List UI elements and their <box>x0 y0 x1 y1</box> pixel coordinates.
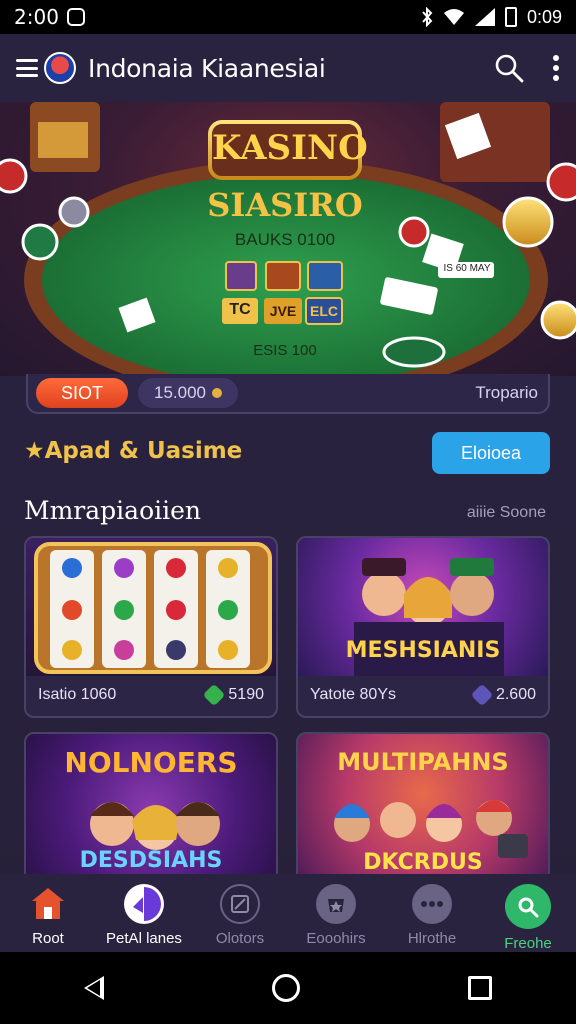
game-value: 5190 <box>203 683 264 707</box>
slot-pill-button[interactable]: SIOT <box>36 378 128 408</box>
nav-label: Root <box>32 930 64 947</box>
game-card-footer: Yatote 80Ys 2.600 <box>298 674 548 716</box>
more-icon <box>412 884 452 924</box>
bluetooth-icon <box>422 7 433 27</box>
home-circle-icon[interactable] <box>272 974 300 1002</box>
game-value-text: 5190 <box>228 686 264 703</box>
game-card-nolnoers[interactable]: NOLNOERS DESDSIAHS <box>24 732 278 882</box>
subsection-title: Mmrapiaoiien <box>24 496 202 525</box>
hero-tile-label-2: JVE <box>269 303 297 319</box>
nav-label: Olotors <box>215 930 265 947</box>
shop-icon <box>316 884 356 924</box>
hero-headline: SIASIRO <box>207 186 363 224</box>
hero-logo-text: KASINO <box>212 128 368 168</box>
nav-label: Eooohirs <box>306 930 366 947</box>
slot-machine-illustration <box>34 542 272 674</box>
game-title-bottom: DESDSIAHS <box>79 848 223 873</box>
game-title-top: MULTIPAHNS <box>337 748 509 776</box>
section-title: ★Apad & Uasime <box>24 438 243 464</box>
battery-icon <box>504 7 517 27</box>
game-value-text: 2.600 <box>495 686 536 703</box>
nav-item-shop[interactable]: Eooohirs <box>288 874 384 952</box>
game-art: MESHSIANIS <box>298 538 548 676</box>
nav-item-phone[interactable]: Freohe <box>480 874 576 952</box>
nav-item-home[interactable]: Root <box>0 874 96 952</box>
game-title-top: NOLNOERS <box>64 746 238 779</box>
section-action-button[interactable]: Eloioea <box>432 432 550 474</box>
strip-right-label[interactable]: Tropario <box>475 383 538 403</box>
status-bar: 2:00 0:09 <box>0 0 576 34</box>
gem-icon <box>203 683 226 707</box>
game-card-footer: Isatio 1060 5190 <box>26 674 276 716</box>
system-nav-bar <box>0 952 576 1024</box>
coins-balance[interactable]: 15.000 <box>138 378 238 408</box>
status-right-text: 0:09 <box>526 6 562 27</box>
nav-item-tools[interactable]: Olotors <box>192 874 288 952</box>
game-name: Isatio 1060 <box>38 686 117 703</box>
nav-item-games[interactable]: PetAl lanes <box>96 874 192 952</box>
notification-icon <box>66 8 85 26</box>
game-card-multipahns[interactable]: MULTIPAHNS DKCRDUS <box>296 732 550 882</box>
game-name: Yatote 80Ys <box>310 686 396 703</box>
app-screen: 2:00 0:09 Indonaia Kiaanesiai KASINO SIA… <box>0 0 576 1024</box>
bottom-nav: Root PetAl lanes Olotors Eooohirs Hlroth… <box>0 874 576 952</box>
search-icon[interactable] <box>494 53 524 83</box>
app-title: Indonaia Kiaanesiai <box>88 53 326 83</box>
nav-label: Freohe <box>504 935 552 952</box>
game-value: 2.600 <box>470 683 536 707</box>
game-art <box>26 538 276 676</box>
tools-icon <box>220 884 260 924</box>
coin-icon <box>212 388 222 398</box>
game-art: NOLNOERS DESDSIAHS <box>26 734 276 880</box>
bonus-strip: SIOT 15.000 Tropario <box>26 374 550 414</box>
game-title-art: MESHSIANIS <box>345 638 501 663</box>
back-icon[interactable] <box>84 976 104 1000</box>
wifi-icon <box>443 9 464 25</box>
game-card-slots[interactable]: Isatio 1060 5190 <box>24 536 278 718</box>
nav-label: Hlrothe <box>407 930 457 947</box>
recent-apps-icon[interactable] <box>468 976 492 1000</box>
hero-subline: BAUKS 0100 <box>234 230 336 249</box>
games-icon <box>124 884 164 924</box>
menu-icon[interactable] <box>16 59 38 77</box>
nav-label: PetAl lanes <box>106 930 182 947</box>
signal-icon <box>474 8 495 26</box>
hero-sign-text: IS 60 MAY <box>443 263 491 274</box>
hero-footer-text: ESIS 100 <box>253 342 317 359</box>
hero-tile-label-1: TC <box>229 301 251 318</box>
app-logo <box>44 52 76 84</box>
see-all-link[interactable]: aiiie Soone <box>467 504 546 522</box>
status-icons: 0:09 <box>421 7 562 28</box>
game-title-bottom: DKCRDUS <box>363 850 483 875</box>
hero-banner[interactable]: KASINO SIASIRO BAUKS 0100 TC JVE ELC IS … <box>0 102 576 376</box>
app-bar: Indonaia Kiaanesiai <box>0 34 576 102</box>
nav-item-more[interactable]: Hlrothe <box>384 874 480 952</box>
phone-icon <box>505 884 551 929</box>
game-card-meshsianis[interactable]: MESHSIANIS Yatote 80Ys 2.600 <box>296 536 550 718</box>
coins-value: 15.000 <box>154 383 206 402</box>
hero-tile-label-3: ELC <box>310 303 338 319</box>
game-art: MULTIPAHNS DKCRDUS <box>298 734 548 880</box>
more-vert-icon[interactable] <box>552 55 560 81</box>
gem-icon <box>470 683 494 707</box>
home-icon <box>28 884 68 924</box>
status-time: 2:00 <box>14 5 59 29</box>
